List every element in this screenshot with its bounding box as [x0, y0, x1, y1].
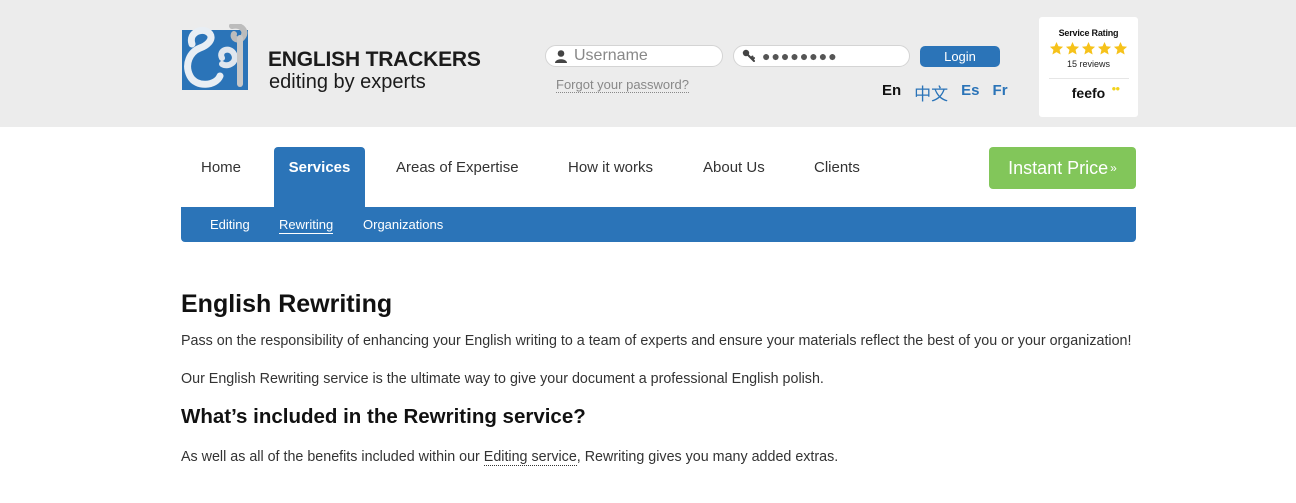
rating-stars [1039, 41, 1138, 56]
lang-fr[interactable]: Fr [993, 82, 1008, 105]
subnav-item-organizations[interactable]: Organizations [363, 216, 443, 233]
login-button[interactable]: Login [920, 46, 1000, 67]
feefo-eyes-icon: ●● [1111, 84, 1121, 93]
ampersand-logo-icon [182, 24, 248, 90]
double-chevron-down-icon: » [1110, 161, 1117, 175]
intro-paragraph: Pass on the responsibility of enhancing … [181, 333, 1132, 349]
main-content: English Rewriting Pass on the responsibi… [181, 286, 1141, 468]
nav-item-clients[interactable]: Clients [814, 147, 860, 207]
section-heading: What’s included in the Rewriting service… [181, 405, 586, 428]
nav-item-how-it-works[interactable]: How it works [568, 147, 653, 207]
editing-service-link[interactable]: Editing service [483, 449, 577, 466]
section-text-before: As well as all of the benefits included … [181, 449, 484, 465]
subnav-item-editing[interactable]: Editing [210, 216, 250, 233]
star-icon [1097, 41, 1112, 55]
feefo-rating-badge[interactable]: Service Rating 15 reviews feefo ●● [1039, 17, 1138, 117]
user-icon [555, 50, 567, 63]
star-icon [1049, 41, 1064, 55]
page-title: English Rewriting [181, 290, 393, 318]
username-input[interactable]: Username [545, 45, 723, 67]
logo-title: ENGLISH TRACKERS [268, 48, 481, 71]
instant-price-button[interactable]: Instant Price» [989, 147, 1136, 189]
feefo-logo-text: feefo [1071, 85, 1106, 101]
services-subnav: Editing Rewriting Organizations [181, 207, 1136, 242]
forgot-password-link[interactable]: Forgot your password? [556, 77, 689, 93]
nav-item-about-us[interactable]: About Us [703, 147, 765, 207]
username-placeholder: Username [574, 47, 648, 64]
nav-item-services[interactable]: Services [274, 147, 365, 207]
nav-item-home[interactable]: Home [201, 147, 241, 207]
subnav-item-rewriting[interactable]: Rewriting [279, 216, 334, 234]
rating-divider [1048, 78, 1129, 79]
star-icon [1065, 41, 1080, 55]
key-icon [742, 49, 755, 62]
lang-en[interactable]: En [882, 82, 901, 105]
language-switcher: En 中文 Es Fr [882, 82, 1021, 105]
site-header: ENGLISH TRACKERS editing by experts User… [0, 0, 1296, 127]
password-value: ●●●●●●●● [762, 48, 838, 64]
logo-tagline: editing by experts [269, 71, 426, 93]
section-text-after: , Rewriting gives you many added extras. [576, 449, 839, 465]
lang-es[interactable]: Es [961, 82, 979, 105]
section-paragraph: As well as all of the benefits included … [181, 446, 1141, 468]
instant-price-label: Instant Price [1008, 158, 1109, 178]
star-icon [1081, 41, 1096, 55]
lang-zh[interactable]: 中文 [914, 80, 948, 105]
feefo-logo: feefo ●● [1071, 84, 1120, 101]
review-count: 15 reviews [1066, 59, 1111, 69]
site-logo[interactable]: ENGLISH TRACKERS editing by experts [178, 18, 481, 94]
password-input[interactable]: ●●●●●●●● [733, 45, 910, 67]
nav-item-areas-of-expertise[interactable]: Areas of Expertise [396, 147, 519, 207]
intro-paragraph-2: Our English Rewriting service is the ult… [181, 371, 824, 387]
star-icon [1113, 41, 1128, 55]
rating-title: Service Rating [1058, 28, 1119, 38]
